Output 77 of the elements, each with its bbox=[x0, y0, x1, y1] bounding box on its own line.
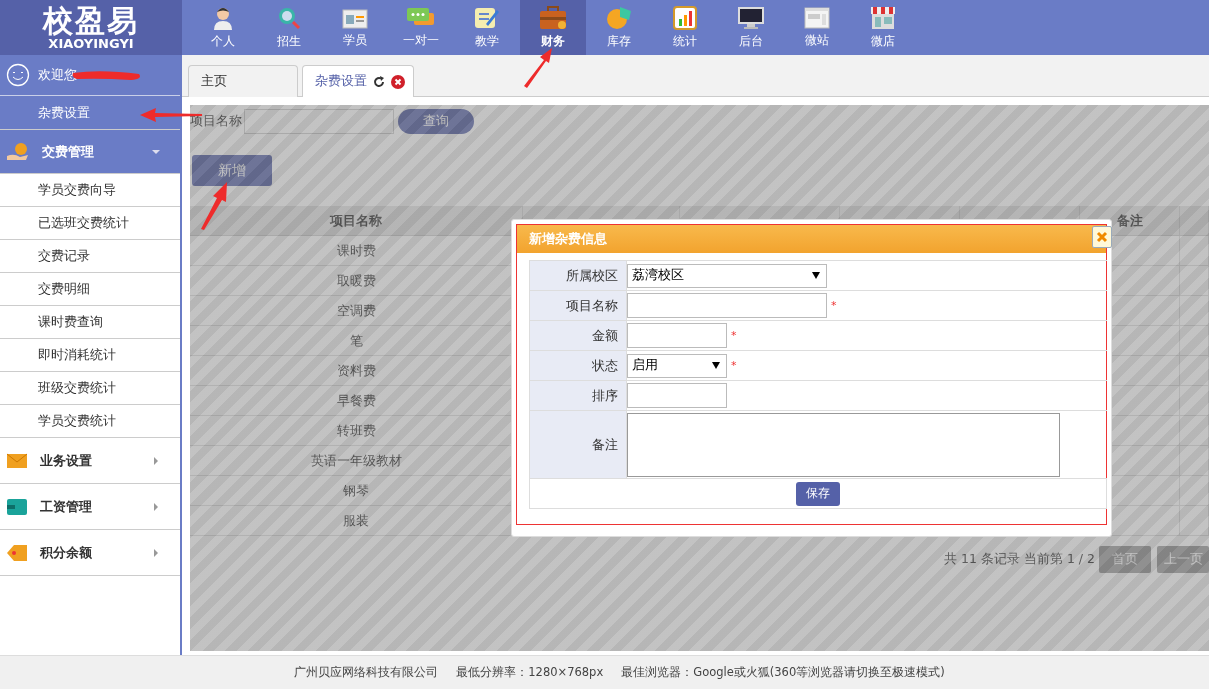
pagination-summary: 共 11 条记录 当前第 1 / 2 bbox=[944, 551, 1095, 568]
sidebar-item[interactable]: 即时消耗统计 bbox=[0, 339, 180, 372]
nav-item[interactable]: 教学 bbox=[454, 0, 520, 55]
field-label: 状态 bbox=[530, 351, 627, 381]
select-field[interactable]: 荔湾校区 bbox=[627, 263, 827, 288]
sidebar-item[interactable]: 课时费查询 bbox=[0, 306, 180, 339]
sidebar-item[interactable]: 杂费设置 bbox=[0, 96, 180, 130]
footer-text: 最低分辨率：1280×768px bbox=[456, 665, 604, 680]
tab[interactable]: 主页 bbox=[188, 65, 298, 97]
input-field[interactable] bbox=[627, 383, 727, 408]
sidebar-item[interactable]: 已选班交费统计 bbox=[0, 207, 180, 240]
required-mark: * bbox=[831, 299, 837, 312]
sidebar-item[interactable]: 交费明细 bbox=[0, 273, 180, 306]
nav-item[interactable]: 财务 bbox=[520, 0, 586, 55]
annotation-arrow bbox=[522, 46, 554, 88]
nav-item[interactable]: 个人 bbox=[190, 0, 256, 55]
tab-label[interactable]: 主页 bbox=[201, 73, 289, 90]
dialog-title: 新增杂费信息 bbox=[517, 225, 1106, 253]
sidebar-section[interactable]: 交费管理 bbox=[0, 130, 180, 174]
monitor-icon bbox=[737, 5, 765, 30]
field-label: 排序 bbox=[530, 381, 627, 411]
smiley-icon bbox=[6, 63, 30, 87]
sidebar-item[interactable]: 学员交费向导 bbox=[0, 174, 180, 207]
logo: 校盈易 XIAOYINGYI bbox=[0, 0, 182, 55]
input-field[interactable] bbox=[627, 293, 827, 318]
column-header: 项目名称 bbox=[190, 206, 523, 236]
nav-item[interactable]: 库存 bbox=[586, 0, 652, 55]
welcome-text: 欢迎您 bbox=[38, 66, 77, 84]
chevron-right-icon bbox=[152, 548, 160, 557]
nav-item[interactable]: 后台 bbox=[718, 0, 784, 55]
field-label: 所属校区 bbox=[530, 261, 627, 291]
id-card-icon bbox=[342, 6, 368, 29]
save-button[interactable]: 保存 bbox=[796, 481, 840, 506]
caret-down-icon bbox=[812, 272, 820, 279]
tag-icon bbox=[6, 543, 28, 562]
coin-hand-icon bbox=[6, 141, 30, 162]
caret-down-icon bbox=[712, 362, 720, 369]
search-field[interactable] bbox=[244, 108, 394, 134]
required-mark: * bbox=[731, 359, 737, 372]
nav-item[interactable]: 一对一 bbox=[388, 0, 454, 55]
tab-label[interactable]: 杂费设置 bbox=[315, 73, 367, 90]
magnifier-icon bbox=[277, 5, 301, 30]
nav-item[interactable]: 微店 bbox=[850, 0, 916, 55]
pie-chart-icon bbox=[606, 5, 632, 30]
caret-down-icon bbox=[152, 147, 160, 156]
nav-item[interactable]: 统计 bbox=[652, 0, 718, 55]
tab[interactable]: 杂费设置 bbox=[302, 65, 414, 97]
notepad-icon bbox=[474, 5, 500, 30]
column-header bbox=[1180, 206, 1209, 236]
footer-text: 最佳浏览器：Google或火狐(360等浏览器请切换至极速模式) bbox=[621, 665, 945, 680]
select-field[interactable]: 启用 bbox=[627, 353, 727, 378]
field-label: 金额 bbox=[530, 321, 627, 351]
briefcase-icon bbox=[539, 5, 567, 30]
refresh-icon[interactable] bbox=[373, 75, 385, 88]
footer-text: 广州贝应网络科技有限公司 bbox=[294, 665, 439, 680]
field-label: 项目名称 bbox=[190, 112, 242, 130]
input-field[interactable] bbox=[627, 323, 727, 348]
bar-chart-icon bbox=[673, 5, 697, 30]
shop-icon bbox=[870, 5, 896, 30]
nav-item[interactable]: 微站 bbox=[784, 0, 850, 55]
wallet-icon bbox=[6, 497, 28, 516]
nav-item[interactable]: 招生 bbox=[256, 0, 322, 55]
field-label: 备注 bbox=[530, 411, 627, 479]
browser-window-icon bbox=[804, 6, 830, 29]
close-icon[interactable] bbox=[391, 74, 405, 89]
envelope-icon bbox=[6, 452, 28, 469]
nav-item[interactable]: 学员 bbox=[322, 0, 388, 55]
textarea-field[interactable] bbox=[627, 412, 1060, 477]
close-button[interactable] bbox=[1092, 226, 1112, 248]
field-label: 项目名称 bbox=[530, 291, 627, 321]
close-icon bbox=[1096, 231, 1108, 243]
chevron-right-icon bbox=[152, 502, 160, 511]
chevron-right-icon bbox=[152, 456, 160, 465]
required-mark: * bbox=[731, 329, 737, 342]
person-icon bbox=[212, 5, 234, 30]
sidebar-item[interactable]: 班级交费统计 bbox=[0, 372, 180, 405]
sidebar-item[interactable]: 交费记录 bbox=[0, 240, 180, 273]
